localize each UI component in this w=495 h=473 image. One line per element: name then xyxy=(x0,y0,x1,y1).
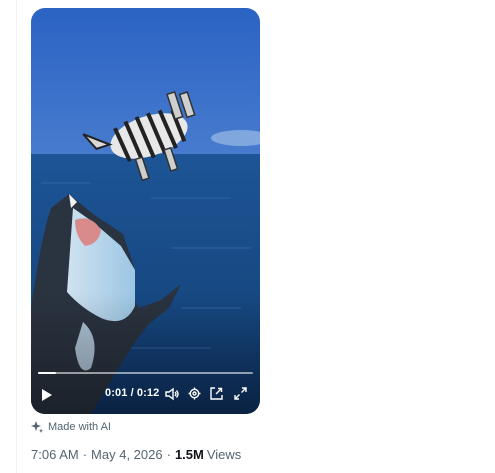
fullscreen-icon[interactable] xyxy=(234,387,247,400)
video-player[interactable]: 0:01 / 0:12 xyxy=(31,8,260,414)
video-controls: 0:01 / 0:12 xyxy=(31,368,260,414)
video-frame xyxy=(31,8,260,414)
progress-bar-fill xyxy=(38,372,56,374)
post-metadata: 7:06 AM · May 4, 2026 · 1.5M Views xyxy=(31,447,241,462)
playback-time: 0:01 / 0:12 xyxy=(105,387,159,399)
meta-separator: · xyxy=(82,447,88,462)
post-date[interactable]: May 4, 2026 xyxy=(91,447,163,462)
current-time: 0:01 xyxy=(105,387,128,399)
play-icon[interactable] xyxy=(42,389,52,401)
post-time[interactable]: 7:06 AM xyxy=(31,447,79,462)
views-label: Views xyxy=(206,447,242,462)
made-with-ai-badge[interactable]: Made with AI xyxy=(31,420,111,434)
ai-badge-label: Made with AI xyxy=(48,421,111,433)
picture-in-picture-icon[interactable] xyxy=(210,387,223,400)
timeline-column-divider xyxy=(16,0,17,473)
duration: 0:12 xyxy=(136,387,160,399)
views-count[interactable]: 1.5M xyxy=(175,447,204,462)
progress-bar[interactable] xyxy=(38,372,253,374)
meta-separator: · xyxy=(166,447,171,462)
settings-gear-icon[interactable] xyxy=(188,387,201,400)
volume-icon[interactable] xyxy=(165,387,179,401)
sparkle-icon xyxy=(31,421,43,433)
